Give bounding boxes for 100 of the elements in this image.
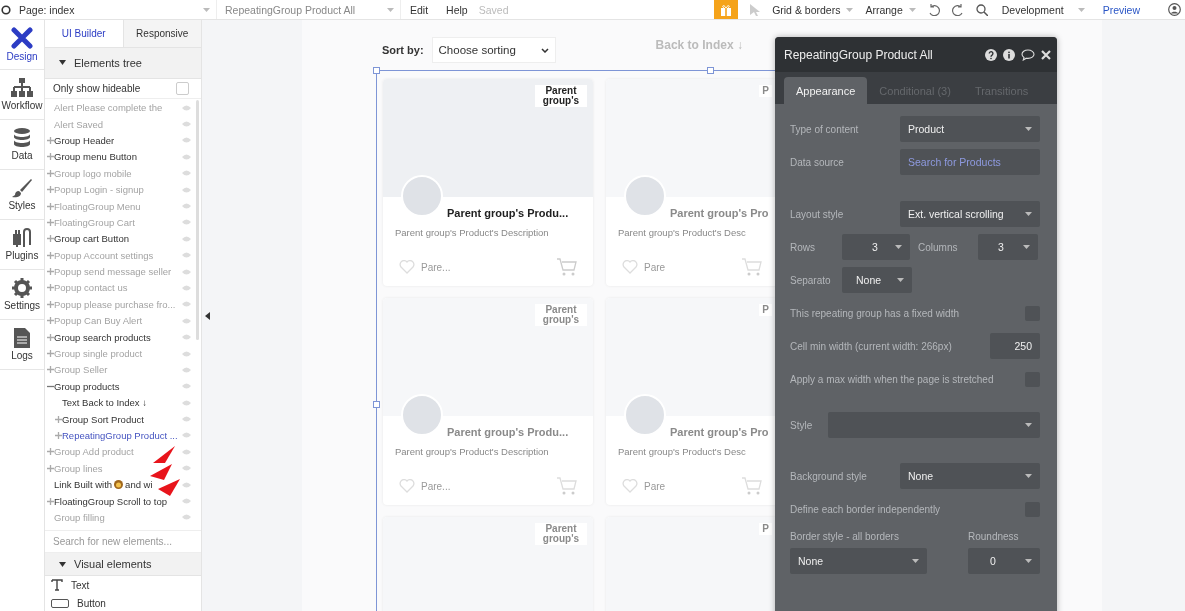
info-icon[interactable]: [1003, 48, 1015, 61]
caret-icon: [1077, 7, 1085, 12]
dropdown[interactable]: Product: [900, 116, 1040, 142]
caret-icon: [387, 7, 394, 12]
dropdown[interactable]: 3: [978, 234, 1038, 260]
card-badge: Parent group's: [535, 85, 587, 107]
product-description: Parent group's Product's Description: [395, 446, 550, 457]
expand-icon[interactable]: [46, 202, 54, 210]
tree-item[interactable]: Group menu Button: [54, 151, 137, 163]
number-field[interactable]: 250: [990, 333, 1040, 359]
document-icon: [14, 328, 30, 348]
caret-icon: [1023, 245, 1030, 249]
panel-tab[interactable]: Appearance: [784, 77, 868, 104]
dropdown[interactable]: Ext. vertical scrolling: [900, 201, 1040, 227]
resize-handle[interactable]: [373, 401, 380, 408]
expand-icon[interactable]: [46, 448, 54, 456]
checkbox[interactable]: [176, 82, 189, 96]
expand-icon[interactable]: [54, 431, 62, 439]
nav-tab[interactable]: Logs: [0, 320, 44, 370]
cart-icon[interactable]: [742, 258, 762, 276]
tree-item[interactable]: FloatingGroup Scroll to top: [54, 495, 167, 507]
environment-dropdown[interactable]: Development: [1001, 3, 1085, 16]
expand-icon[interactable]: [46, 333, 54, 341]
menu-item[interactable]: Edit: [401, 3, 438, 16]
expand-icon[interactable]: [46, 169, 54, 177]
expand-icon[interactable]: [46, 186, 54, 194]
dropdown[interactable]: None: [900, 463, 1040, 489]
element-dropdown[interactable]: RepeatingGroup Product All: [223, 0, 401, 19]
expand-icon[interactable]: [46, 497, 54, 505]
eye-icon[interactable]: [182, 203, 191, 209]
collapse-arrow-icon[interactable]: [204, 312, 210, 320]
pointer-mark-icon: [153, 446, 175, 463]
caret-icon: [1025, 559, 1032, 563]
dropdown[interactable]: None: [790, 548, 927, 574]
toolbar-dropdown[interactable]: Arrange: [865, 3, 916, 16]
cart-icon[interactable]: [742, 477, 762, 495]
expand-icon[interactable]: [46, 317, 54, 325]
expand-icon[interactable]: [46, 153, 54, 161]
triangle-down-icon[interactable]: [59, 60, 66, 66]
heart-icon[interactable]: [399, 260, 415, 274]
eye-icon[interactable]: [182, 104, 191, 111]
tree-item[interactable]: Link Built with: [54, 479, 113, 491]
heart-icon[interactable]: [622, 479, 638, 493]
dropdown[interactable]: [828, 412, 1040, 438]
expand-icon[interactable]: [46, 284, 54, 292]
tree-item[interactable]: Group Header: [54, 134, 115, 146]
nav-tab[interactable]: Styles: [0, 170, 44, 220]
expand-icon[interactable]: [46, 464, 54, 472]
tree-item[interactable]: Group search products: [54, 331, 151, 343]
dropdown[interactable]: 3: [842, 234, 910, 260]
expand-icon[interactable]: [46, 268, 54, 276]
tree-item[interactable]: Group Sort Product: [62, 413, 144, 425]
search-icon[interactable]: [975, 3, 988, 16]
expand-icon[interactable]: [46, 366, 54, 374]
tree-item[interactable]: Group products: [54, 380, 120, 392]
element-type[interactable]: Text: [71, 579, 90, 591]
nav-tab[interactable]: Workflow: [0, 70, 44, 120]
resize-handle[interactable]: [373, 67, 380, 74]
search-field[interactable]: Search for new elements...: [45, 529, 201, 554]
pointer-icon[interactable]: [750, 3, 761, 16]
gift-button[interactable]: [714, 0, 739, 19]
field-label: Rows: [790, 241, 816, 253]
undo-icon[interactable]: [927, 3, 940, 16]
triangle-down-icon[interactable]: [59, 561, 66, 567]
user-icon[interactable]: [1168, 3, 1181, 16]
preview-link[interactable]: Preview: [1102, 3, 1140, 16]
expand-icon[interactable]: [46, 218, 54, 226]
help-icon[interactable]: [985, 48, 997, 61]
expand-icon[interactable]: [54, 415, 62, 423]
expand-icon[interactable]: [46, 136, 54, 144]
product-description: Parent group's Product's Desc: [618, 227, 747, 238]
page-dropdown[interactable]: Page: index: [17, 0, 217, 19]
nav-tab[interactable]: Design: [0, 20, 44, 70]
tree-item[interactable]: Group cart Button: [54, 233, 129, 245]
cart-icon[interactable]: [557, 258, 577, 276]
heart-icon[interactable]: [622, 260, 638, 274]
redo-icon[interactable]: [951, 3, 964, 16]
expand-icon[interactable]: [46, 350, 54, 357]
dropdown[interactable]: 0: [968, 548, 1040, 574]
toolbar-dropdown[interactable]: Grid & borders: [772, 3, 854, 16]
tree-item[interactable]: RepeatingGroup Product ...: [62, 429, 178, 441]
logo-icon[interactable]: [1, 4, 11, 15]
heart-icon[interactable]: [399, 479, 415, 493]
expand-icon[interactable]: [46, 235, 54, 243]
element-type[interactable]: Button: [77, 597, 106, 609]
resize-handle[interactable]: [707, 67, 714, 74]
brush-icon: [12, 178, 32, 198]
sort-dropdown[interactable]: Choose sorting: [431, 37, 556, 63]
close-icon[interactable]: [1041, 49, 1051, 60]
dropdown[interactable]: None: [842, 267, 912, 293]
panel-tab[interactable]: Responsive: [122, 20, 201, 47]
nav-tab[interactable]: Data: [0, 120, 44, 170]
expand-icon[interactable]: [46, 251, 54, 259]
expand-icon[interactable]: [46, 300, 54, 308]
menu-item[interactable]: Help: [437, 3, 477, 16]
nav-tab[interactable]: Plugins: [0, 220, 44, 270]
nav-tab[interactable]: Settings: [0, 270, 44, 320]
tree-item[interactable]: Text Back to Index ↓: [62, 397, 147, 409]
comment-icon[interactable]: [1021, 48, 1035, 61]
cart-icon[interactable]: [557, 477, 577, 495]
